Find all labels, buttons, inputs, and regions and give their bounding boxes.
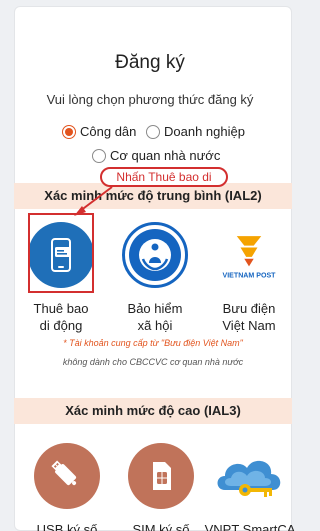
method-label: Thuê bao di động bbox=[33, 301, 89, 333]
method-vnpt-smartca[interactable]: VNPT SmartCA bbox=[200, 443, 300, 531]
method-label: Bưu điện Việt Nam bbox=[222, 301, 276, 333]
social-insurance-logo-icon bbox=[122, 222, 188, 288]
radio-dot bbox=[62, 124, 76, 139]
page-subtitle: Vui lòng chọn phương thức đăng ký bbox=[46, 92, 254, 107]
sim-card-icon bbox=[128, 443, 194, 509]
radio-label: Công dân bbox=[80, 124, 137, 139]
radio-doanh-nghiep[interactable]: Doanh nghiệp bbox=[146, 124, 245, 139]
method-vietnam-post[interactable]: VIETNAM POST Bưu điện Việt Nam bbox=[204, 222, 294, 334]
radio-cong-dan[interactable]: Công dân bbox=[62, 124, 136, 139]
method-label: SIM ký số bbox=[132, 522, 190, 531]
method-social-insurance[interactable]: Bảo hiểm xã hội bbox=[110, 222, 200, 334]
method-label: VNPT SmartCA bbox=[204, 522, 296, 531]
radio-dot bbox=[92, 148, 106, 163]
page-title: Đăng ký bbox=[115, 52, 185, 73]
method-label: USB ký số bbox=[36, 522, 98, 531]
usb-token-icon bbox=[34, 443, 100, 509]
radio-label: Doanh nghiệp bbox=[164, 124, 245, 139]
vietnam-post-logo-icon: VIETNAM POST bbox=[216, 222, 282, 288]
vietnam-post-logo-text: VIETNAM POST bbox=[223, 273, 277, 280]
method-label: Bảo hiểm xã hội bbox=[127, 301, 183, 333]
callout-annotation: Nhấn Thuê bao di bbox=[100, 167, 228, 187]
method-usb-token[interactable]: USB ký số bbox=[22, 443, 112, 531]
mobile-subscription-icon bbox=[28, 222, 94, 288]
radio-co-quan-nha-nuoc[interactable]: Cơ quan nhà nước bbox=[92, 148, 220, 163]
method-sim-card[interactable]: SIM ký số bbox=[116, 443, 206, 531]
section-header-ial3: Xác minh mức độ cao (IAL3) bbox=[14, 398, 292, 424]
note-text: * Tài khoản cung cấp từ "Bưu điện Việt N… bbox=[62, 338, 244, 367]
radio-dot bbox=[146, 124, 160, 139]
method-mobile-subscription[interactable]: Thuê bao di động bbox=[16, 222, 106, 334]
radio-label: Cơ quan nhà nước bbox=[110, 148, 221, 163]
cloud-key-icon bbox=[210, 443, 290, 509]
